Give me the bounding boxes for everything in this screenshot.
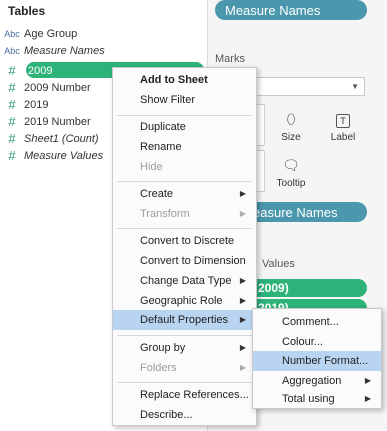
label-icon: T bbox=[336, 114, 350, 128]
marks-label-button[interactable]: T Label bbox=[320, 104, 366, 146]
menu-create-label: Create bbox=[140, 188, 174, 200]
field-label: Measure Names bbox=[24, 44, 105, 57]
menu-show-filter[interactable]: Show Filter bbox=[113, 90, 256, 110]
submenu-total-using-label: Total using bbox=[282, 393, 335, 405]
number-type-icon: # bbox=[8, 80, 16, 95]
string-type-icon: Abc bbox=[4, 28, 20, 39]
submenu-total-using[interactable]: Total using ▶ bbox=[253, 389, 381, 409]
submenu-arrow-icon: ▶ bbox=[364, 376, 371, 385]
measure-value-pill-2009[interactable]: 2009) bbox=[248, 279, 367, 297]
menu-hide: Hide bbox=[140, 161, 163, 173]
default-properties-submenu: Comment... Colour... Number Format... Ag… bbox=[252, 308, 382, 409]
menu-duplicate[interactable]: Duplicate bbox=[113, 117, 256, 137]
menu-describe[interactable]: Describe... bbox=[113, 405, 256, 425]
menu-default-properties-label: Default Properties bbox=[140, 314, 229, 326]
submenu-colour[interactable]: Colour... bbox=[253, 332, 381, 352]
number-type-icon: # bbox=[8, 97, 16, 112]
number-type-icon: # bbox=[8, 63, 16, 78]
menu-change-data-type[interactable]: Change Data Type ▶ bbox=[113, 271, 256, 291]
marks-size-button[interactable]: ⬯ Size bbox=[268, 104, 314, 146]
submenu-arrow-icon: ▶ bbox=[239, 189, 246, 198]
menu-transform-label: Transform bbox=[140, 208, 190, 220]
menu-separator bbox=[117, 181, 252, 182]
pane-title: Tables bbox=[8, 4, 46, 18]
number-type-icon: # bbox=[8, 148, 16, 163]
menu-geographic-role-label: Geographic Role bbox=[140, 295, 223, 307]
marks-card-title: Marks bbox=[215, 53, 245, 65]
measure-values-title: Values bbox=[262, 258, 295, 270]
menu-convert-to-dimension[interactable]: Convert to Dimension bbox=[113, 251, 256, 271]
menu-geographic-role[interactable]: Geographic Role ▶ bbox=[113, 291, 256, 311]
field-label: 2019 bbox=[24, 98, 49, 111]
field-label: 2009 Number bbox=[24, 81, 91, 94]
menu-group-by[interactable]: Group by ▶ bbox=[113, 338, 256, 358]
tooltip-label: Tooltip bbox=[276, 178, 306, 189]
menu-separator bbox=[117, 115, 252, 116]
label-label: Label bbox=[330, 132, 356, 143]
menu-add-to-sheet[interactable]: Add to Sheet bbox=[113, 70, 256, 90]
string-type-icon: Abc bbox=[4, 45, 20, 56]
marks-pill-measure-names[interactable]: easure Names bbox=[243, 202, 367, 222]
chevron-down-icon: ▼ bbox=[351, 82, 359, 91]
menu-separator bbox=[117, 335, 252, 336]
field-measure-names[interactable]: Abc Measure Names bbox=[0, 42, 207, 59]
menu-rename[interactable]: Rename bbox=[113, 137, 256, 157]
submenu-arrow-icon: ▶ bbox=[239, 343, 246, 352]
submenu-aggregation-label: Aggregation bbox=[282, 375, 342, 387]
menu-replace-references[interactable]: Replace References... bbox=[113, 385, 256, 405]
submenu-comment[interactable]: Comment... bbox=[253, 312, 381, 332]
field-context-menu: Add to Sheet Show Filter Duplicate Renam… bbox=[112, 67, 257, 426]
menu-default-properties[interactable]: Default Properties ▶ bbox=[113, 310, 256, 330]
field-label: 2019 Number bbox=[24, 115, 91, 128]
size-icon: ⬯ bbox=[286, 111, 296, 127]
marks-tooltip-button[interactable]: 🗨 Tooltip bbox=[268, 150, 314, 192]
menu-change-data-type-label: Change Data Type bbox=[140, 275, 232, 287]
submenu-aggregation[interactable]: Aggregation ▶ bbox=[253, 371, 381, 391]
menu-separator bbox=[117, 228, 252, 229]
submenu-arrow-icon: ▶ bbox=[239, 315, 246, 324]
menu-convert-to-discrete[interactable]: Convert to Discrete bbox=[113, 231, 256, 251]
submenu-arrow-icon: ▶ bbox=[239, 363, 246, 372]
submenu-arrow-icon: ▶ bbox=[239, 276, 246, 285]
submenu-arrow-icon: ▶ bbox=[239, 296, 246, 305]
field-label: Measure Values bbox=[24, 149, 104, 162]
size-label: Size bbox=[281, 132, 301, 143]
number-type-icon: # bbox=[8, 131, 16, 146]
tooltip-icon: 🗨 bbox=[282, 157, 300, 173]
submenu-number-format[interactable]: Number Format... bbox=[253, 351, 381, 371]
field-label: Age Group bbox=[24, 27, 78, 40]
menu-create[interactable]: Create ▶ bbox=[113, 184, 256, 204]
menu-transform: Transform ▶ bbox=[113, 204, 256, 224]
number-type-icon: # bbox=[8, 114, 16, 129]
menu-separator bbox=[117, 382, 252, 383]
submenu-arrow-icon: ▶ bbox=[239, 209, 246, 218]
menu-folders: Folders ▶ bbox=[113, 358, 256, 378]
field-label: Sheet1 (Count) bbox=[24, 132, 99, 145]
columns-pill-measure-names[interactable]: Measure Names bbox=[215, 0, 367, 20]
submenu-arrow-icon: ▶ bbox=[364, 394, 371, 403]
menu-group-by-label: Group by bbox=[140, 342, 186, 354]
field-label: 2009 bbox=[28, 64, 53, 77]
menu-folders-label: Folders bbox=[140, 362, 177, 374]
field-age-group[interactable]: Abc Age Group bbox=[0, 25, 207, 42]
